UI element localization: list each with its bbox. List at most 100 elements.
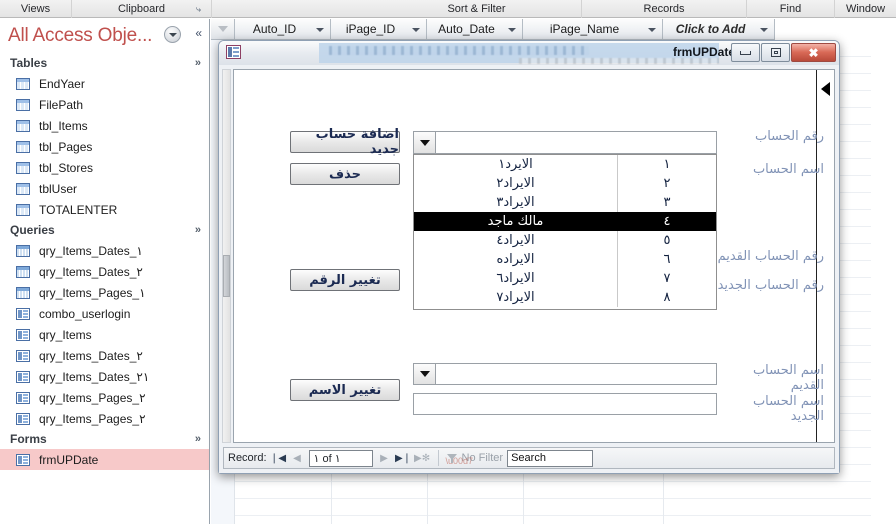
nav-item-qry-items-dates-1[interactable]: qry_Items_Dates_١ (0, 240, 209, 261)
nav-item-label: frmUPDate (39, 452, 99, 467)
table-icon (16, 161, 30, 174)
nav-item-totalenter[interactable]: TOTALENTER (0, 199, 209, 220)
nav-item-label: qry_Items (39, 327, 92, 342)
previous-record-button[interactable]: ◀ (290, 450, 305, 466)
nav-item-qry-items-pages-2[interactable]: qry_Items_Pages_٢ (0, 387, 209, 408)
ribbon-group-window[interactable]: Window (835, 0, 896, 18)
ribbon-group-sort-filter[interactable]: Sort & Filter (372, 0, 582, 18)
column-header-auto-date[interactable]: Auto_Date (427, 19, 523, 40)
list-item[interactable]: الايرد١ ١ (414, 155, 716, 174)
nav-item-qry-items-dates-2[interactable]: qry_Items_Dates_٢ (0, 261, 209, 282)
form-vertical-scrollbar[interactable] (222, 69, 231, 443)
column-header-ipage-name[interactable]: iPage_Name (523, 19, 663, 40)
nav-item-qry-items-dates-21[interactable]: qry_Items_Dates_٢١ (0, 366, 209, 387)
left-triangle-icon[interactable] (821, 82, 830, 96)
delete-button-label: حذف (329, 166, 361, 182)
chevron-down-icon[interactable] (412, 28, 420, 32)
chevron-up-icon[interactable]: » (195, 433, 201, 445)
minimize-icon (740, 50, 751, 55)
account-combo-box[interactable] (413, 131, 717, 154)
chevron-down-icon (419, 139, 430, 146)
add-new-account-button[interactable]: اضافة حساب جديد (290, 127, 400, 157)
clipboard-dialog-launcher-icon[interactable]: ⤷ (196, 4, 201, 15)
account-combo-value[interactable] (436, 132, 716, 153)
account-dropdown-list[interactable]: الايرد١ ١ الايراد٢ ٢ الايراد٣ ٣ مالك ماج… (413, 154, 717, 310)
nav-item-frmupdate[interactable]: frmUPDate (0, 449, 209, 470)
nav-group-header-forms[interactable]: Forms » (0, 429, 209, 449)
column-header-ipage-id[interactable]: iPage_ID (331, 19, 427, 40)
shutter-bar-collapse-icon[interactable]: « (195, 27, 202, 39)
datasheet-empty-area (871, 40, 896, 524)
first-record-button[interactable]: ❘◀ (270, 450, 286, 466)
chevron-down-icon[interactable] (648, 28, 656, 32)
column-header-auto-date-label: Auto_Date (438, 22, 495, 36)
scrollbar-thumb[interactable] (223, 255, 230, 297)
close-icon: ✖ (808, 45, 819, 60)
list-item-selected[interactable]: مالك ماجد ٤ (414, 212, 716, 231)
label-old-account-number: رقم الحساب القديم (717, 249, 824, 264)
change-number-button-label: تغيير الرقم (309, 272, 381, 288)
nav-item-qry-items-dates-2b[interactable]: qry_Items_Dates_٢ (0, 345, 209, 366)
form-window-icon (226, 45, 241, 59)
list-item[interactable]: الايراد٧ ٨ (414, 288, 716, 307)
list-item[interactable]: الايراد٤ ٥ (414, 231, 716, 250)
change-number-button[interactable]: تغيير الرقم (290, 269, 400, 291)
close-button[interactable]: ✖ (791, 43, 836, 62)
delete-button[interactable]: حذف (290, 163, 400, 185)
form-window-title-bar[interactable]: frmUPDate ✖ (219, 41, 839, 65)
search-input[interactable]: Search (507, 449, 594, 467)
old-account-name-combo[interactable] (413, 363, 717, 385)
nav-item-filepath[interactable]: FilePath (0, 94, 209, 115)
ribbon-group-sort-filter-label: Sort & Filter (447, 2, 506, 15)
combo-dropdown-arrow[interactable] (414, 364, 436, 384)
nav-group-header-queries[interactable]: Queries » (0, 220, 209, 240)
chevron-down-icon[interactable] (760, 28, 768, 32)
ribbon-group-records[interactable]: Records (582, 0, 747, 18)
ribbon-group-views[interactable]: Views (0, 0, 72, 18)
navigation-pane-header[interactable]: All Access Obje... « (0, 19, 209, 53)
record-position-field[interactable]: ١ of ١ (308, 449, 373, 467)
nav-group-header-tables[interactable]: Tables » (0, 53, 209, 73)
nav-item-label: tbl_Items (39, 118, 88, 133)
navigation-pane-menu-button[interactable] (164, 26, 181, 43)
form-window-title: frmUPDate (672, 45, 735, 59)
list-item[interactable]: الايراده ٦ (414, 250, 716, 269)
change-name-button[interactable]: تغيير الاسم (290, 379, 400, 401)
ribbon-group-find[interactable]: Find (747, 0, 835, 18)
list-item[interactable]: الايراد٣ ٣ (414, 193, 716, 212)
column-header-click-to-add[interactable]: Click to Add (663, 19, 775, 40)
nav-item-endyaer[interactable]: EndYaer (0, 73, 209, 94)
old-account-name-value[interactable] (436, 364, 716, 384)
next-record-button[interactable]: ▶ (377, 450, 392, 466)
nav-item-label: tblUser (39, 181, 78, 196)
nav-item-combo-userlogin[interactable]: combo_userlogin (0, 303, 209, 324)
list-item[interactable]: الايراد٦ ٧ (414, 269, 716, 288)
list-item[interactable]: الايراد٢ ٢ (414, 174, 716, 193)
column-header-auto-id[interactable]: Auto_ID (235, 19, 331, 40)
last-record-button[interactable]: ▶❘ (395, 450, 411, 466)
nav-item-tbl-pages[interactable]: tbl_Pages (0, 136, 209, 157)
chevron-up-icon[interactable]: » (195, 57, 201, 69)
divider (437, 450, 439, 466)
title-bar-translucency (329, 46, 589, 55)
chevron-down-icon[interactable] (316, 28, 324, 32)
table-icon (16, 77, 30, 90)
new-record-button[interactable]: ▶✻ (414, 450, 430, 466)
combo-dropdown-arrow[interactable] (414, 132, 436, 153)
nav-item-qry-items-pages-1[interactable]: qry_Items_Pages_١ (0, 282, 209, 303)
new-account-name-textbox[interactable] (413, 393, 717, 415)
chevron-down-icon (419, 371, 430, 377)
select-all-corner-button[interactable] (211, 19, 235, 40)
filter-status[interactable]: \u00d7 No Filter (446, 452, 504, 466)
ribbon-group-clipboard[interactable]: Clipboard (72, 0, 212, 18)
nav-item-qry-items-pages-2b[interactable]: qry_Items_Pages_٢ (0, 408, 209, 429)
nav-item-tbl-stores[interactable]: tbl_Stores (0, 157, 209, 178)
nav-item-tbluser[interactable]: tblUser (0, 178, 209, 199)
nav-item-tbl-items[interactable]: tbl_Items (0, 115, 209, 136)
minimize-button[interactable] (731, 43, 760, 62)
nav-item-qry-items[interactable]: qry_Items (0, 324, 209, 345)
chevron-down-icon[interactable] (508, 28, 516, 32)
chevron-up-icon[interactable]: » (195, 224, 201, 236)
navigation-pane-title: All Access Obje... (8, 25, 153, 46)
restore-button[interactable] (761, 43, 790, 62)
